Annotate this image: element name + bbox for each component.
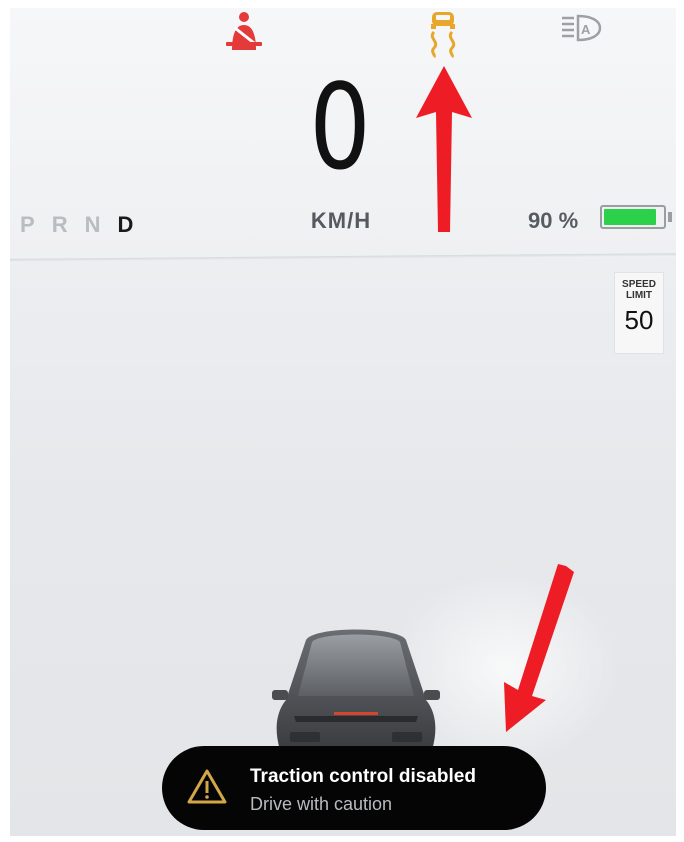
annotation-arrow-up [416,66,472,232]
traction-notification: Traction control disabled Drive with cau… [162,746,546,830]
speed-limit-value: 50 [624,305,654,335]
speed-value: 0 [309,58,371,196]
warning-triangle-icon [187,769,227,804]
gear-neutral: N [84,212,102,237]
battery-icon [600,205,666,229]
battery-terminal [668,212,672,222]
battery-level-fill [604,209,657,225]
traction-control-icon [430,12,456,58]
instrument-display: A 0 KM/H P R N D 90 % SPEED LIMIT 50 Tra… [10,8,676,836]
svg-text:A: A [581,22,591,37]
auto-headlight-icon: A [562,14,602,42]
notification-subtitle: Drive with caution [250,794,393,814]
speed-unit: KM/H [310,208,372,233]
battery-percent: 90 % [528,208,579,233]
speed-limit-sign: SPEED LIMIT 50 [614,272,664,354]
gear-drive: D [117,212,135,237]
notification-title: Traction control disabled [250,766,476,787]
gear-selector: P R N D [20,212,134,238]
speed-limit-label: SPEED LIMIT [622,279,656,301]
gear-park: P [20,212,36,237]
gear-reverse: R [51,212,69,237]
seatbelt-warning-icon [226,12,262,50]
annotation-arrow-down [504,564,574,732]
